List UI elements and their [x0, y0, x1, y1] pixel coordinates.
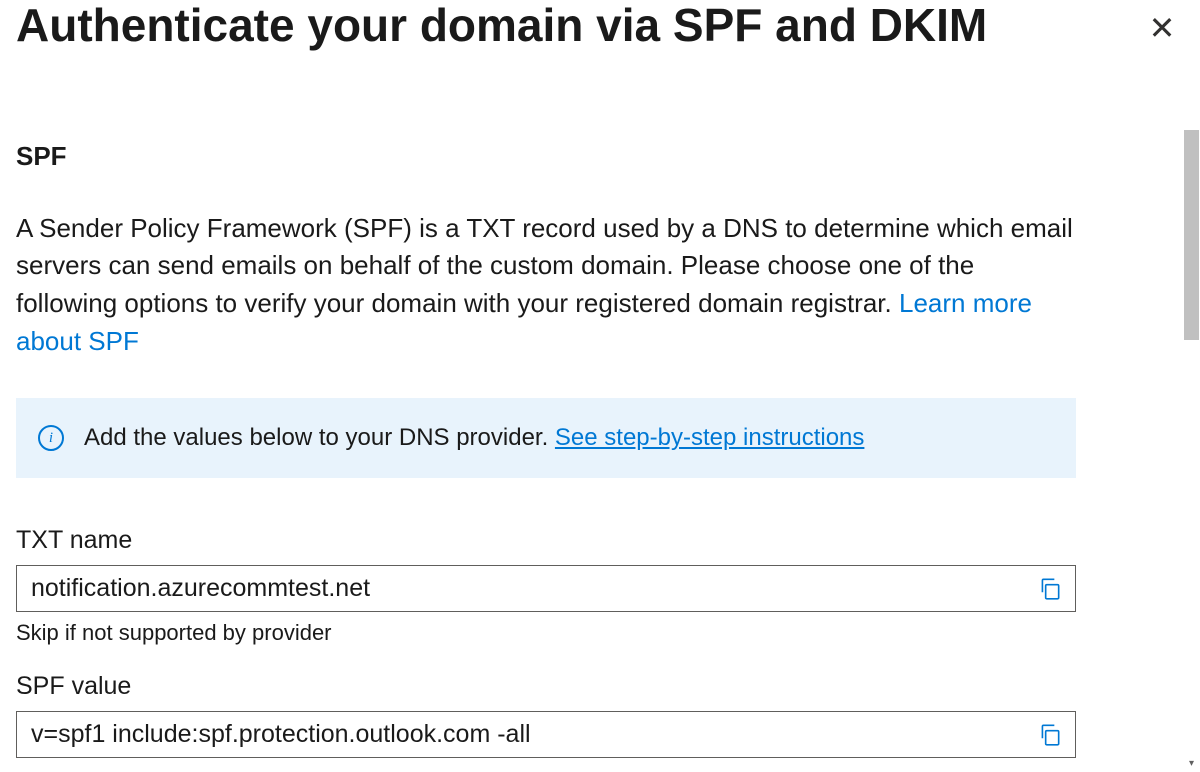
info-message-bar: i Add the values below to your DNS provi… — [16, 398, 1076, 478]
scrollbar-thumb[interactable] — [1184, 130, 1199, 340]
spf-value-input[interactable] — [17, 712, 1025, 757]
page-title: Authenticate your domain via SPF and DKI… — [16, 0, 987, 51]
info-message-content: Add the values below to your DNS provide… — [84, 424, 555, 451]
txt-name-input-row — [16, 565, 1076, 612]
info-icon: i — [38, 425, 64, 451]
scrollbar-track[interactable]: ▾ — [1183, 0, 1200, 772]
panel-header: Authenticate your domain via SPF and DKI… — [16, 0, 1184, 51]
scrollbar-down-arrow[interactable]: ▾ — [1184, 755, 1199, 772]
panel-content: SPF A Sender Policy Framework (SPF) is a… — [16, 141, 1076, 759]
copy-icon — [1037, 576, 1063, 602]
txt-name-helper: Skip if not supported by provider — [16, 620, 1076, 646]
txt-name-field: TXT name Skip if not supported by provid… — [16, 526, 1076, 646]
info-message-text: Add the values below to your DNS provide… — [84, 424, 864, 452]
spf-section-title: SPF — [16, 141, 1076, 172]
copy-icon — [1037, 722, 1063, 748]
txt-name-input[interactable] — [17, 566, 1025, 611]
copy-spf-value-button[interactable] — [1025, 712, 1075, 757]
spf-value-input-row — [16, 711, 1076, 758]
spf-value-field: SPF value — [16, 672, 1076, 758]
spf-description: A Sender Policy Framework (SPF) is a TXT… — [16, 210, 1076, 361]
copy-txt-name-button[interactable] — [1025, 566, 1075, 611]
close-button[interactable]: ✕ — [1140, 6, 1184, 50]
close-icon: ✕ — [1149, 12, 1176, 44]
txt-name-label: TXT name — [16, 526, 1076, 555]
spf-value-label: SPF value — [16, 672, 1076, 701]
step-by-step-link[interactable]: See step-by-step instructions — [555, 424, 864, 451]
